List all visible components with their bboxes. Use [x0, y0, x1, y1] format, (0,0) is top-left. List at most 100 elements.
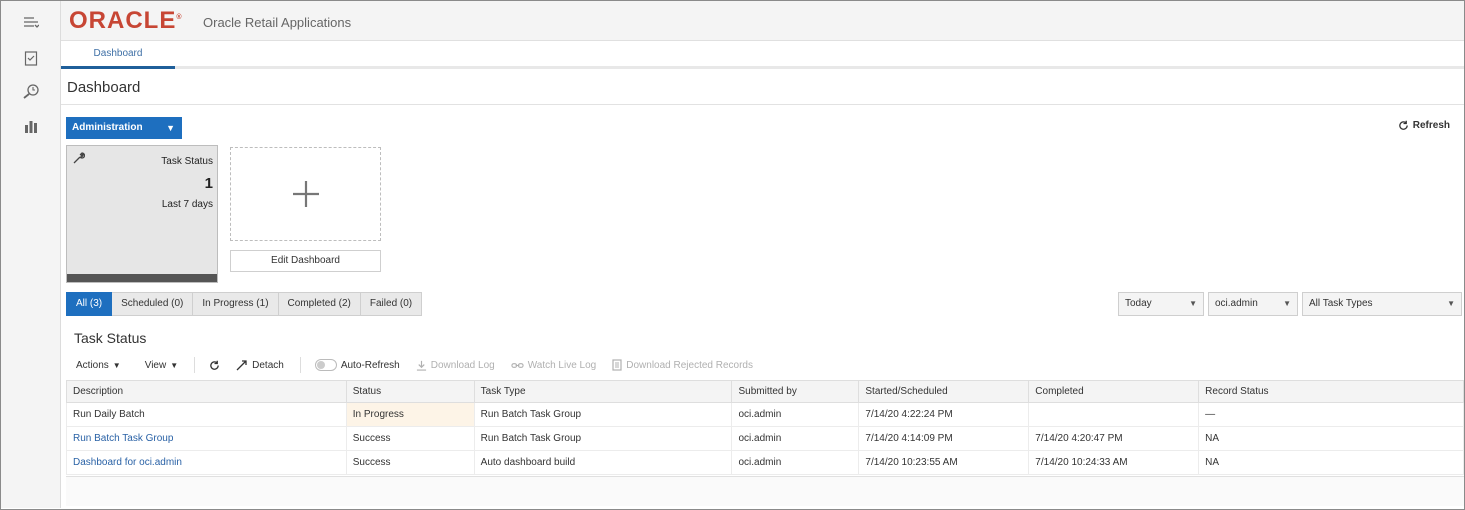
cell-record-status: — [1198, 402, 1464, 427]
toolbar-divider [194, 357, 196, 373]
tile-footer-bar [67, 274, 217, 282]
cell-task-type: Run Batch Task Group [473, 426, 733, 451]
chevron-down-icon: ▼ [1189, 299, 1197, 308]
table-row[interactable]: Run Daily Batch In Progress Run Batch Ta… [66, 402, 1464, 427]
column-header-submitted-by[interactable]: Submitted by [731, 380, 860, 403]
left-navigation-rail [1, 1, 61, 508]
column-header-completed[interactable]: Completed [1028, 380, 1200, 403]
oracle-logo: ORACLE® [69, 7, 182, 34]
reports-chart-icon[interactable] [21, 116, 41, 136]
view-menu[interactable]: View ▼ [145, 360, 178, 371]
tile-count: 1 [204, 175, 213, 192]
cell-submitted-by: oci.admin [731, 450, 860, 475]
tasks-icon[interactable] [21, 48, 41, 68]
date-filter-select[interactable]: Today ▼ [1118, 292, 1204, 316]
table-header-row: Description Status Task Type Submitted b… [66, 380, 1464, 403]
caret-down-icon: ▼ [112, 360, 121, 370]
download-rejected-label: Download Rejected Records [626, 359, 753, 371]
cell-submitted-by: oci.admin [731, 402, 860, 427]
plus-icon [292, 181, 319, 207]
actions-label: Actions [76, 359, 109, 371]
chevron-down-icon: ▼ [1283, 299, 1291, 308]
cell-status: Success [345, 450, 475, 475]
tab-dashboard[interactable]: Dashboard [61, 41, 175, 69]
cell-record-status: NA [1198, 426, 1464, 451]
chevron-down-icon: ▼ [1447, 299, 1455, 308]
column-header-started[interactable]: Started/Scheduled [858, 380, 1030, 403]
menu-icon[interactable] [21, 13, 41, 33]
search-history-icon[interactable] [21, 81, 41, 101]
toggle-switch[interactable] [314, 359, 337, 371]
filter-tab-all[interactable]: All (3) [66, 292, 113, 316]
refresh-button[interactable]: Refresh [1398, 120, 1450, 131]
watch-live-log-label: Watch Live Log [527, 359, 597, 371]
detach-button[interactable]: Detach [236, 359, 284, 371]
actions-menu[interactable]: Actions ▼ [76, 360, 121, 371]
download-rejected-records-button[interactable]: Download Rejected Records [612, 359, 753, 371]
column-header-task-type[interactable]: Task Type [473, 380, 733, 403]
user-filter-value: oci.admin [1215, 298, 1258, 309]
app-title: Oracle Retail Applications [203, 15, 352, 30]
date-filter-value: Today [1125, 298, 1152, 309]
column-header-record-status[interactable]: Record Status [1198, 380, 1464, 403]
refresh-icon [210, 360, 219, 370]
cell-started: 7/14/20 10:23:55 AM [858, 450, 1030, 475]
cell-started: 7/14/20 4:22:24 PM [858, 402, 1030, 427]
cell-submitted-by: oci.admin [731, 426, 860, 451]
cell-description-link[interactable]: Run Batch Task Group [66, 426, 347, 451]
auto-refresh-toggle[interactable]: Auto-Refresh [314, 359, 400, 371]
task-type-filter-value: All Task Types [1309, 298, 1373, 309]
task-status-tile[interactable]: Task Status 1 Last 7 days [66, 145, 218, 283]
cell-description: Run Daily Batch [66, 402, 347, 427]
add-tile-button[interactable] [230, 147, 381, 241]
section-title: Task Status [74, 330, 147, 346]
refresh-table-button[interactable] [209, 360, 220, 371]
cell-task-type: Auto dashboard build [473, 450, 733, 475]
cell-task-type: Run Batch Task Group [473, 402, 733, 427]
download-log-button[interactable]: Download Log [416, 360, 495, 371]
table-row[interactable]: Dashboard for oci.admin Success Auto das… [66, 450, 1464, 475]
cell-completed: 7/14/20 10:24:33 AM [1028, 450, 1200, 475]
tab-strip: Dashboard [61, 41, 1464, 69]
caret-down-icon: ▼ [170, 360, 179, 370]
administration-label: Administration [72, 122, 143, 133]
table-row[interactable]: Run Batch Task Group Success Run Batch T… [66, 426, 1464, 451]
tile-period: Last 7 days [161, 199, 213, 210]
refresh-label: Refresh [1412, 120, 1450, 131]
toolbar-divider [299, 357, 301, 373]
view-label: View [144, 359, 167, 371]
detach-label: Detach [252, 359, 284, 371]
filter-tab-completed[interactable]: Completed (2) [278, 292, 361, 316]
task-type-filter-select[interactable]: All Task Types ▼ [1302, 292, 1462, 316]
divider [61, 104, 1464, 105]
user-filter-select[interactable]: oci.admin ▼ [1208, 292, 1298, 316]
task-status-table: Description Status Task Type Submitted b… [66, 380, 1464, 475]
download-icon [416, 360, 426, 371]
edit-dashboard-button[interactable]: Edit Dashboard [230, 250, 381, 272]
cell-description-link[interactable]: Dashboard for oci.admin [66, 450, 347, 475]
column-header-description[interactable]: Description [66, 380, 347, 403]
watch-live-log-button[interactable]: Watch Live Log [511, 359, 597, 371]
status-filter-tabs: All (3) Scheduled (0) In Progress (1) Co… [66, 292, 423, 316]
link-icon [511, 362, 524, 368]
task-toolbar: Actions ▼ View ▼ Detach Auto-Refresh Dow… [66, 353, 1464, 377]
header-bar: ORACLE® Oracle Retail Applications [61, 1, 1464, 41]
column-header-status[interactable]: Status [345, 380, 475, 403]
cell-completed: 7/14/20 4:20:47 PM [1028, 426, 1200, 451]
document-icon [612, 359, 622, 371]
administration-menu-button[interactable]: Administration ▼ [66, 117, 182, 139]
cell-status: Success [345, 426, 475, 451]
wrench-icon[interactable] [73, 152, 86, 167]
filter-tab-in-progress[interactable]: In Progress (1) [193, 292, 279, 316]
cell-record-status: NA [1198, 450, 1464, 475]
refresh-icon [1399, 120, 1408, 130]
auto-refresh-label: Auto-Refresh [340, 359, 400, 371]
page-title: Dashboard [67, 79, 141, 96]
cell-status: In Progress [345, 402, 475, 427]
filter-tab-scheduled[interactable]: Scheduled (0) [112, 292, 194, 316]
filter-tab-failed[interactable]: Failed (0) [360, 292, 423, 316]
detach-icon [236, 360, 247, 371]
cell-started: 7/14/20 4:14:09 PM [858, 426, 1030, 451]
cell-completed [1028, 402, 1200, 427]
tile-title: Task Status [161, 156, 213, 167]
